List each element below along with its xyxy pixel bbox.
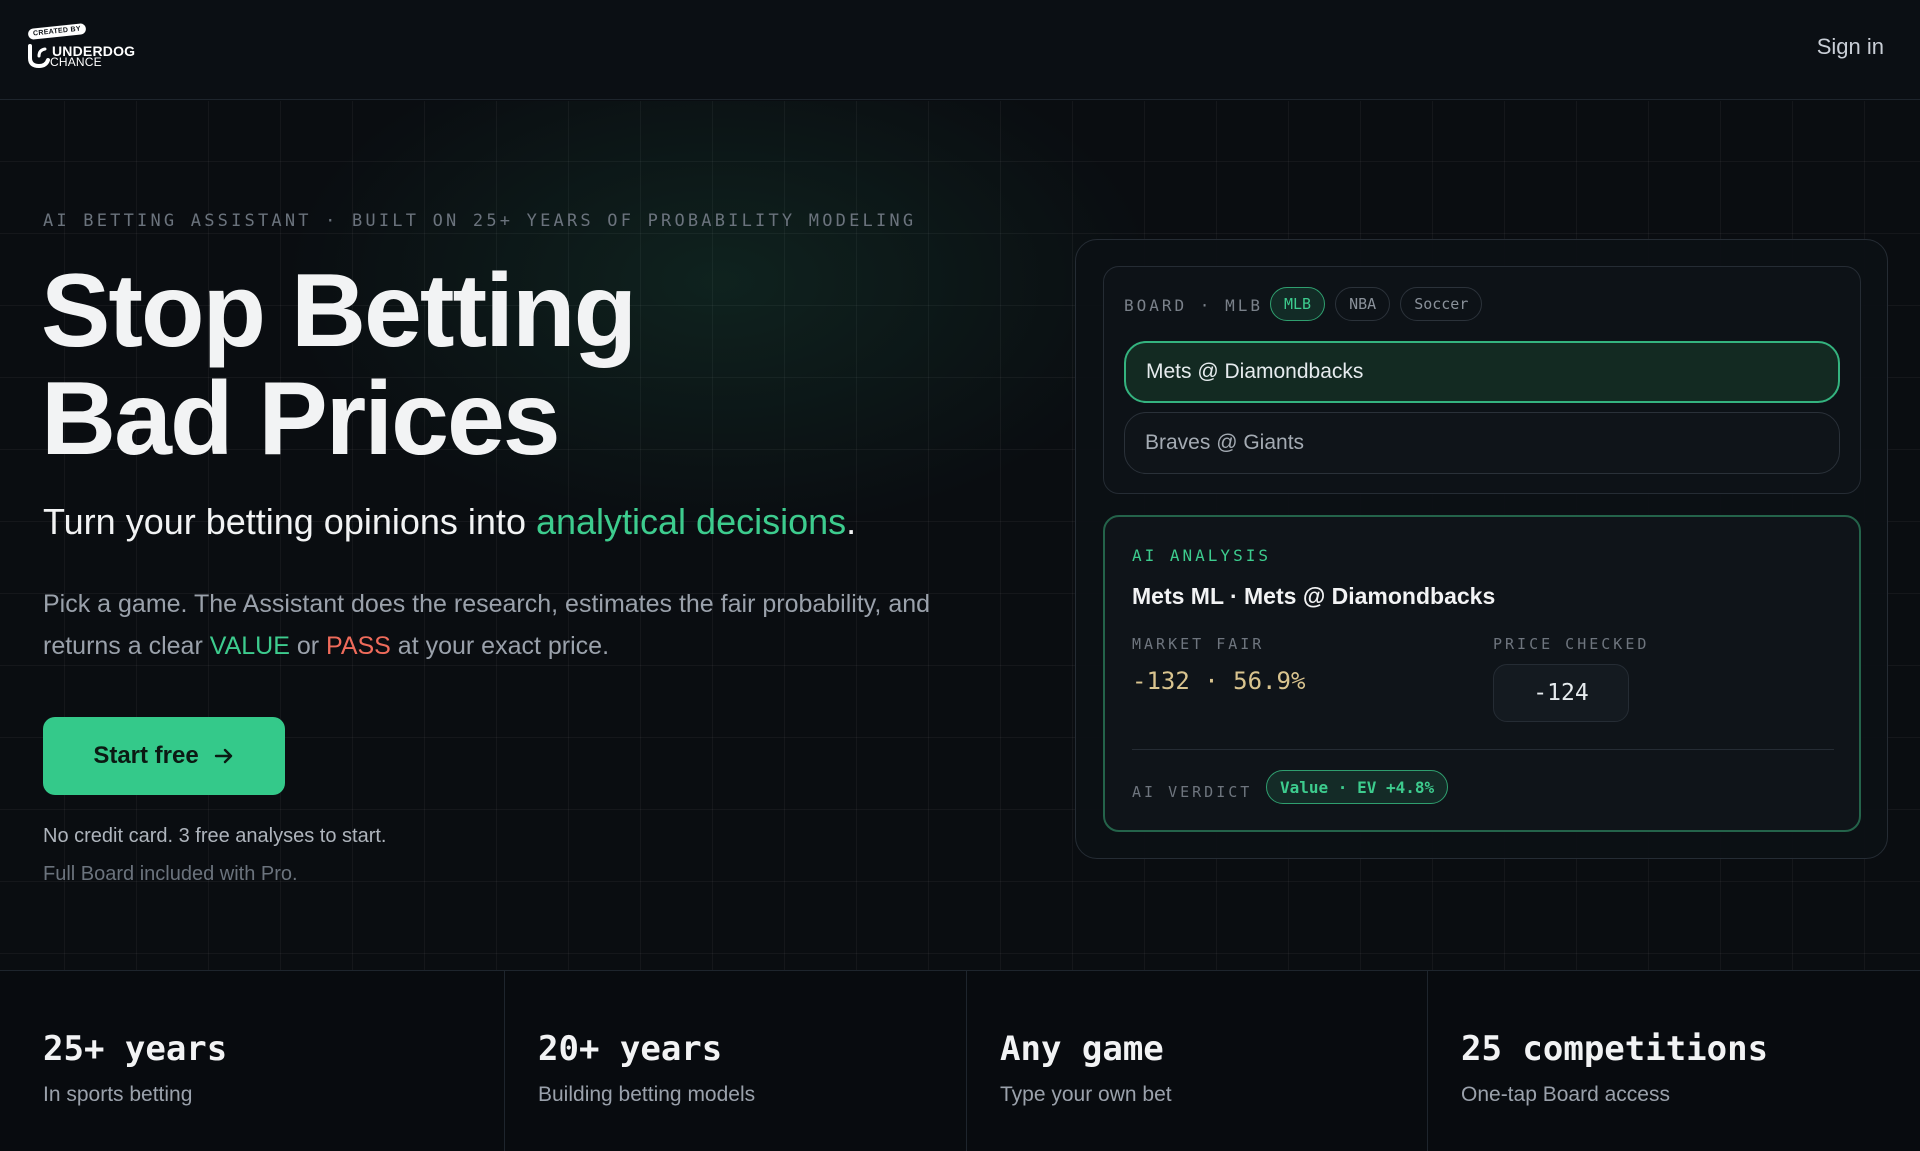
stat-value: 25+ years bbox=[43, 1029, 228, 1069]
stat-value: 20+ years bbox=[538, 1029, 723, 1069]
chip-mlb[interactable]: MLB bbox=[1270, 287, 1326, 321]
stat-item: Any game Type your own bet bbox=[967, 971, 1428, 1151]
sign-in-link[interactable]: Sign in bbox=[1817, 34, 1884, 60]
hero-headline: Stop Betting Bad Prices bbox=[41, 253, 637, 477]
logo-mark-icon bbox=[28, 44, 50, 68]
hero-subheadline: Turn your betting opinions into analytic… bbox=[43, 501, 856, 543]
analysis-title: Mets ML · Mets @ Diamondbacks bbox=[1132, 583, 1496, 609]
hero-eyebrow: AI BETTING ASSISTANT · BUILT ON 25+ YEAR… bbox=[43, 211, 917, 231]
stat-caption: In sports betting bbox=[43, 1083, 193, 1106]
hero-section: AI BETTING ASSISTANT · BUILT ON 25+ YEAR… bbox=[0, 101, 1920, 970]
subhead-suffix: . bbox=[846, 501, 857, 542]
market-fair-label: MARKET FAIR bbox=[1132, 635, 1265, 653]
headline-line-1: Stop Betting bbox=[41, 253, 637, 369]
game-row[interactable]: Braves @ Giants bbox=[1124, 412, 1840, 474]
stat-item: 25+ years In sports betting bbox=[0, 971, 505, 1151]
logo-wordmark-chance: CHANCE bbox=[50, 55, 102, 69]
no-credit-card-note: No credit card. 3 free analyses to start… bbox=[43, 825, 387, 847]
created-by-badge: CREATED BY bbox=[27, 22, 87, 41]
top-navigation: CREATED BY UNDERDOG CHANCE Sign in bbox=[0, 0, 1920, 100]
analysis-divider bbox=[1132, 749, 1834, 750]
ai-verdict-label: AI VERDICT bbox=[1132, 783, 1253, 801]
subhead-accent: analytical decisions bbox=[535, 501, 847, 542]
board-label: BOARD · MLB bbox=[1124, 296, 1263, 315]
stat-caption: Building betting models bbox=[538, 1083, 756, 1106]
description-part-2: at your exact price. bbox=[390, 632, 610, 660]
board-card: BOARD · MLB MLB NBA Soccer Mets @ Diamon… bbox=[1103, 266, 1861, 494]
chip-nba[interactable]: NBA bbox=[1335, 287, 1391, 321]
start-free-button[interactable]: Start free bbox=[43, 717, 285, 795]
value-keyword: VALUE bbox=[209, 632, 290, 660]
chip-soccer[interactable]: Soccer bbox=[1400, 287, 1483, 321]
assistant-demo-panel: BOARD · MLB MLB NBA Soccer Mets @ Diamon… bbox=[1075, 239, 1888, 859]
underdog-chance-logo[interactable]: CREATED BY UNDERDOG CHANCE bbox=[26, 22, 156, 72]
stat-value: Any game bbox=[1000, 1029, 1164, 1069]
stat-caption: One-tap Board access bbox=[1461, 1083, 1670, 1106]
price-checked-label: PRICE CHECKED bbox=[1493, 635, 1650, 653]
ai-analysis-label: AI ANALYSIS bbox=[1132, 546, 1271, 565]
headline-line-2: Bad Prices bbox=[41, 361, 561, 477]
pro-board-note: Full Board included with Pro. bbox=[43, 863, 298, 885]
price-checked-input[interactable]: -124 bbox=[1493, 664, 1629, 722]
pass-keyword: PASS bbox=[326, 632, 391, 660]
arrow-right-icon bbox=[214, 748, 232, 764]
verdict-badge: Value · EV +4.8% bbox=[1266, 770, 1449, 804]
stats-strip: 25+ years In sports betting 20+ years Bu… bbox=[0, 970, 1920, 1151]
stat-value: 25 competitions bbox=[1461, 1029, 1769, 1069]
league-chips: MLB NBA Soccer bbox=[1270, 287, 1483, 321]
stat-item: 20+ years Building betting models bbox=[505, 971, 967, 1151]
subhead-prefix: Turn your betting opinions into bbox=[43, 501, 536, 542]
market-fair-value: -132 · 56.9% bbox=[1132, 667, 1306, 695]
start-free-label: Start free bbox=[93, 742, 199, 769]
stat-item: 25 competitions One-tap Board access bbox=[1428, 971, 1920, 1151]
hero-description: Pick a game. The Assistant does the rese… bbox=[43, 583, 1003, 667]
ai-analysis-card: AI ANALYSIS Mets ML · Mets @ Diamondback… bbox=[1103, 515, 1861, 832]
game-row-selected[interactable]: Mets @ Diamondbacks bbox=[1124, 341, 1840, 403]
description-or: or bbox=[289, 632, 327, 660]
stat-caption: Type your own bet bbox=[1000, 1083, 1172, 1106]
